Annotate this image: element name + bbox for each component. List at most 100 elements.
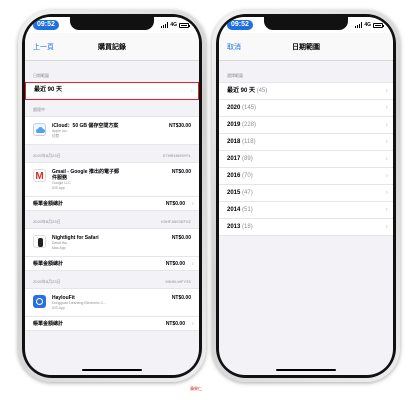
range-option-label: 2017 bbox=[227, 156, 241, 162]
gmail-icon bbox=[33, 169, 46, 182]
pending-group: iCloud：50 GB 儲存空間方案 Apple Inc. 訂閱 NT$30.… bbox=[25, 116, 199, 145]
range-option-count: (51) bbox=[242, 207, 253, 213]
status-time: 09:52 bbox=[227, 20, 253, 30]
icloud-icon bbox=[33, 123, 46, 136]
billing-total-row[interactable]: 帳單金額總計 NT$0.00 › bbox=[25, 196, 199, 210]
range-option-count: (145) bbox=[242, 105, 257, 111]
signal-icon bbox=[161, 22, 169, 28]
billing-total-label: 帳單金額總計 bbox=[33, 261, 64, 267]
status-icons: 4G bbox=[161, 20, 190, 30]
chevron-right-icon: › bbox=[190, 87, 193, 95]
purchase-history-screen: 09:52 4G 上一頁 購買記錄 日期範圍 最近 90 天 › 處理中 iCl… bbox=[25, 17, 199, 375]
range-option-count: (70) bbox=[242, 173, 253, 179]
range-option-label: 2020 bbox=[227, 105, 241, 111]
item-price: NT$30.00 bbox=[169, 123, 191, 129]
range-option-label: 2013 bbox=[227, 224, 241, 230]
chevron-right-icon: › bbox=[385, 155, 388, 163]
page-title: 日期範圍 bbox=[292, 44, 320, 51]
chevron-right-icon: › bbox=[385, 223, 388, 231]
purchase-group: Gmail - Google 推出的電子郵 件服務 Google LLC iOS… bbox=[25, 162, 199, 211]
date-range-screen: 09:52 4G 取消 日期範圍 選擇範圍 最近 90 天 (45) › 2020 … bbox=[219, 17, 393, 375]
notch bbox=[70, 17, 154, 30]
battery-icon bbox=[373, 22, 384, 28]
billing-total-label: 帳單金額總計 bbox=[33, 201, 64, 207]
purchase-row-icloud[interactable]: iCloud：50 GB 儲存空間方案 Apple Inc. 訂閱 NT$30.… bbox=[25, 117, 199, 144]
haylou-icon bbox=[33, 295, 46, 308]
billing-total-label: 帳單金額總計 bbox=[33, 321, 64, 327]
item-type: Mac App bbox=[52, 245, 66, 250]
purchase-row-gmail[interactable]: Gmail - Google 推出的電子郵 件服務 Google LLC iOS… bbox=[25, 163, 199, 196]
range-option-count: (228) bbox=[242, 122, 257, 128]
range-option[interactable]: 2016 (70) › bbox=[219, 168, 393, 185]
item-info: Gmail - Google 推出的電子郵 件服務 Google LLC iOS… bbox=[52, 169, 168, 190]
chevron-right-icon: › bbox=[385, 104, 388, 112]
range-option[interactable]: 2017 (89) › bbox=[219, 151, 393, 168]
chevron-right-icon: › bbox=[191, 320, 194, 327]
range-option-label: 2018 bbox=[227, 139, 241, 145]
purchase-date-header: 2020年8月23日 K7HR4NH5YFL bbox=[25, 145, 199, 162]
date-range-row[interactable]: 最近 90 天 › bbox=[25, 82, 199, 100]
chevron-right-icon: › bbox=[385, 206, 388, 214]
order-id: K5HB-WFY3S bbox=[165, 279, 191, 284]
range-option[interactable]: 最近 90 天 (45) › bbox=[219, 83, 393, 100]
nav-bar: 取消 日期範圍 bbox=[219, 33, 393, 61]
range-option[interactable]: 2014 (51) › bbox=[219, 202, 393, 219]
date-range-header: 日期範圍 bbox=[33, 73, 49, 78]
purchase-group: Nightlight for Safari David Wu Mac App N… bbox=[25, 228, 199, 271]
phone-left: 09:52 4G 上一頁 購買記錄 日期範圍 最近 90 天 › 處理中 iCl… bbox=[18, 10, 206, 382]
item-type: 訂閱 bbox=[52, 133, 59, 138]
chevron-right-icon: › bbox=[191, 260, 194, 267]
chevron-right-icon: › bbox=[385, 189, 388, 197]
page-title: 購買記錄 bbox=[98, 44, 126, 51]
range-option-label: 2014 bbox=[227, 207, 241, 213]
item-price: NT$0.00 bbox=[171, 235, 191, 241]
network-type: 4G bbox=[364, 22, 371, 28]
order-id: K5HFJ6KSEFXZ bbox=[160, 219, 191, 224]
purchase-date: 2020年8月23日 bbox=[33, 153, 61, 158]
range-option[interactable]: 2018 (118) › bbox=[219, 134, 393, 151]
range-option[interactable]: 2019 (228) › bbox=[219, 117, 393, 134]
watermark-text: 蘋果仁 bbox=[190, 386, 202, 391]
range-option-count: (47) bbox=[242, 190, 253, 196]
purchase-date-header: 2020年8月23日 K5HFJ6KSEFXZ bbox=[25, 211, 199, 228]
item-type: iOS App bbox=[52, 305, 65, 310]
range-option-count: (118) bbox=[242, 139, 256, 145]
item-type: iOS App bbox=[52, 185, 65, 190]
purchase-date: 2020年8月23日 bbox=[33, 219, 61, 224]
purchase-row-nightlight[interactable]: Nightlight for Safari David Wu Mac App N… bbox=[25, 229, 199, 256]
date-range-list[interactable]: 選擇範圍 最近 90 天 (45) › 2020 (145) › 2019 (228) ›… bbox=[219, 61, 393, 375]
purchase-list[interactable]: 日期範圍 最近 90 天 › 處理中 iCloud：50 GB 儲存空間方案 A… bbox=[25, 61, 199, 375]
purchase-group: HaylouFit Dongguan Liesheng Electronic C… bbox=[25, 288, 199, 331]
billing-total-value: NT$0.00 bbox=[165, 200, 185, 207]
item-info: HaylouFit Dongguan Liesheng Electronic C… bbox=[52, 295, 168, 310]
item-price: NT$0.00 bbox=[171, 295, 191, 301]
range-option-count: (18) bbox=[242, 224, 253, 230]
range-option[interactable]: 2013 (18) › bbox=[219, 219, 393, 236]
home-indicator bbox=[82, 369, 142, 371]
date-range-value: 最近 90 天 bbox=[34, 87, 63, 93]
purchase-date-header: 2020年8月23日 K5HB-WFY3S bbox=[25, 271, 199, 288]
order-id: K7HR4NH5YFL bbox=[162, 153, 191, 158]
range-options: 最近 90 天 (45) › 2020 (145) › 2019 (228) › 2018 … bbox=[219, 82, 393, 236]
range-option[interactable]: 2015 (47) › bbox=[219, 185, 393, 202]
signal-icon bbox=[355, 22, 363, 28]
billing-total-row[interactable]: 帳單金額總計 NT$0.00 › bbox=[25, 256, 199, 270]
battery-icon bbox=[179, 22, 190, 28]
home-indicator bbox=[276, 369, 336, 371]
item-info: Nightlight for Safari David Wu Mac App bbox=[52, 235, 168, 250]
range-option[interactable]: 2020 (145) › bbox=[219, 100, 393, 117]
status-time: 09:52 bbox=[33, 20, 59, 30]
billing-total-row[interactable]: 帳單金額總計 NT$0.00 › bbox=[25, 316, 199, 330]
nightlight-icon bbox=[33, 235, 46, 248]
chevron-right-icon: › bbox=[385, 138, 388, 146]
phone-right: 09:52 4G 取消 日期範圍 選擇範圍 最近 90 天 (45) › 2020 … bbox=[212, 10, 400, 382]
range-option-label: 2016 bbox=[227, 173, 241, 179]
item-info: iCloud：50 GB 儲存空間方案 Apple Inc. 訂閱 bbox=[52, 123, 165, 138]
purchase-row-haylou[interactable]: HaylouFit Dongguan Liesheng Electronic C… bbox=[25, 289, 199, 316]
purchase-date: 2020年8月23日 bbox=[33, 279, 61, 284]
select-range-header: 選擇範圍 bbox=[227, 73, 243, 78]
pending-header: 處理中 bbox=[33, 107, 45, 112]
nav-bar: 上一頁 購買記錄 bbox=[25, 33, 199, 61]
chevron-right-icon: › bbox=[385, 172, 388, 180]
chevron-right-icon: › bbox=[385, 121, 388, 129]
